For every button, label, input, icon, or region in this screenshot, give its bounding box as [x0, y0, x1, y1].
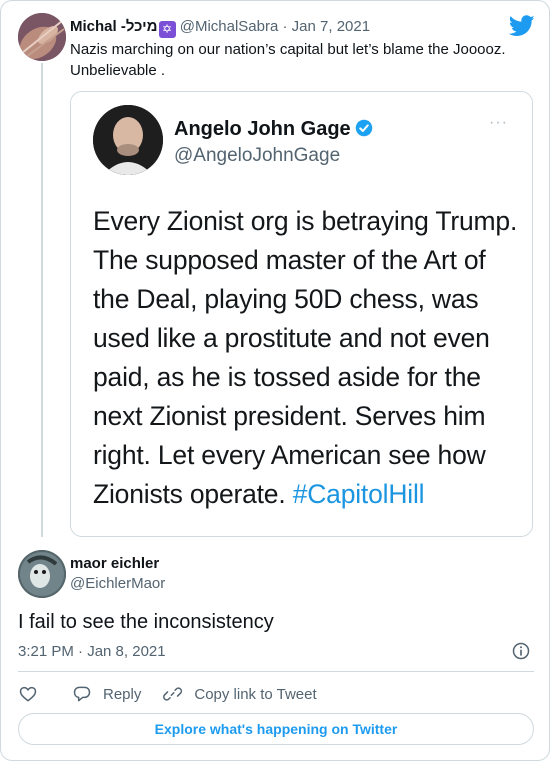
- avatar-maor[interactable]: [18, 550, 66, 598]
- avatar-michal[interactable]: [18, 13, 66, 61]
- reply-icon: [73, 686, 91, 702]
- thread-connector-line: [41, 63, 43, 537]
- quoted-tweet-screenshot: Angelo John Gage @AngeloJohnGage ··· Eve…: [71, 92, 532, 536]
- separator-dot: ·: [278, 18, 292, 35]
- parent-handle[interactable]: @MichalSabra: [180, 18, 279, 35]
- parent-tweet-text: Nazis marching on our nation’s capital b…: [70, 41, 506, 79]
- copy-link-label: Copy link to Tweet: [194, 685, 317, 703]
- embedded-tweet-card: Michal -מיכל ✡ @MichalSabra · Jan 7, 2021…: [0, 0, 550, 761]
- reply-display-name[interactable]: maor eichler: [70, 555, 159, 572]
- quoted-author-handle: @AngeloJohnGage: [174, 145, 341, 166]
- reply-label: Reply: [103, 685, 142, 703]
- more-options-icon: ···: [489, 114, 508, 131]
- reply-timestamp[interactable]: 3:21 PM · Jan 8, 2021: [18, 643, 166, 660]
- quoted-author-name: Angelo John Gage: [174, 118, 373, 141]
- action-bar: Reply Copy link to Tweet: [18, 683, 317, 705]
- quoted-hashtag: #CapitolHill: [292, 479, 425, 509]
- link-icon: [163, 687, 183, 701]
- reply-button[interactable]: Reply: [72, 684, 141, 704]
- parent-date[interactable]: Jan 7, 2021: [292, 18, 370, 35]
- heart-icon: [19, 686, 37, 702]
- star-of-david-emoji: ✡: [158, 21, 176, 38]
- parent-display-name[interactable]: Michal -מיכל: [70, 18, 158, 35]
- verified-badge-icon: [355, 119, 372, 137]
- reply-handle[interactable]: @EichlerMaor: [70, 575, 165, 592]
- explore-button[interactable]: Explore what's happening on Twitter: [18, 713, 534, 745]
- quoted-tweet-text: Every Zionist org is betraying Trump. Th…: [93, 202, 528, 514]
- copy-link-button[interactable]: Copy link to Tweet: [163, 684, 317, 704]
- info-icon[interactable]: [511, 641, 531, 661]
- parent-tweet-header: Michal -מיכל ✡ @MichalSabra · Jan 7, 2021: [70, 17, 370, 38]
- reply-tweet-text: I fail to see the inconsistency: [18, 611, 274, 633]
- divider: [18, 671, 534, 672]
- quoted-display-name: Angelo John Gage: [174, 118, 351, 140]
- quoted-tweet-image[interactable]: Angelo John Gage @AngeloJohnGage ··· Eve…: [70, 91, 533, 537]
- twitter-bird-icon[interactable]: [509, 15, 535, 37]
- quoted-body: Every Zionist org is betraying Trump. Th…: [93, 206, 518, 509]
- quoted-author-avatar: [93, 105, 163, 175]
- like-button[interactable]: [18, 684, 38, 704]
